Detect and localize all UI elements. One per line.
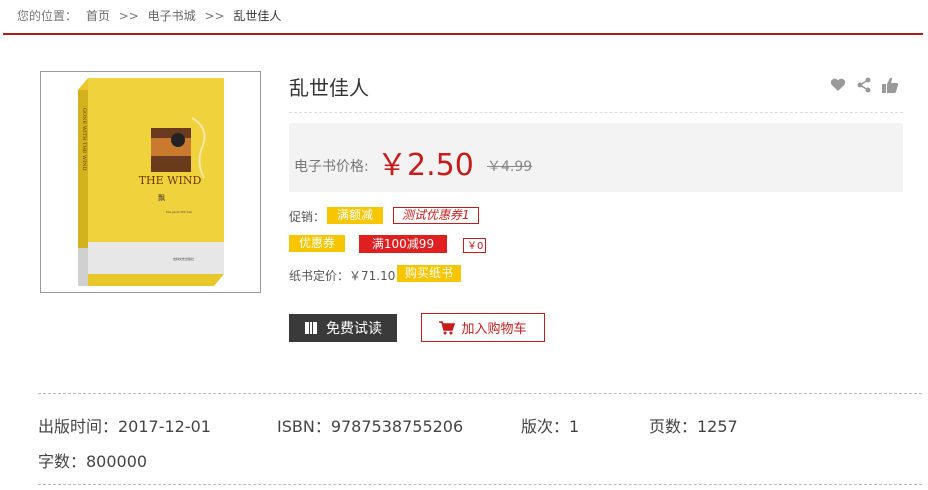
thumbs-up-icon[interactable] [881,76,899,94]
book-icon [305,322,317,334]
svg-text:飘: 飘 [158,194,165,202]
free-trial-label: 免费试读 [326,321,382,337]
promo-label: 促销： [289,210,326,224]
coupon-zero[interactable]: ￥0 [463,238,486,253]
add-to-cart-button[interactable]: 加入购物车 [421,313,545,342]
coupon-label: 优惠券 [289,235,346,252]
breadcrumb-separator: >> [118,9,139,23]
ebook-price: ￥2.50 [377,148,474,183]
svg-text:吉林文史出版社: 吉林文史出版社 [173,256,194,261]
book-title: 乱世佳人 [289,76,369,100]
details-divider-bottom [38,484,922,485]
breadcrumb: 您的位置： 首页 >> 电子书城 >> 乱世佳人 [17,7,286,24]
title-divider [289,112,903,113]
breadcrumb-store-link[interactable]: 电子书城 [148,9,196,23]
coupon-100-minus-99[interactable]: 满100减99 [359,235,447,253]
breadcrumb-separator: >> [204,9,225,23]
publish-date: 出版时间：2017-12-01 [38,417,211,436]
breadcrumb-home-link[interactable]: 首页 [86,9,110,23]
edition: 版次：1 [521,417,580,436]
book-cover[interactable]: GONE WITH THE WIND 飘 Margaret Mitchell G… [40,71,261,293]
promo-tag-test-coupon[interactable]: 测试优惠券1 [393,207,479,224]
isbn: ISBN：9787538755206 [277,417,464,436]
heart-icon[interactable] [829,76,847,94]
page-count: 页数：1257 [649,417,738,436]
free-trial-button[interactable]: 免费试读 [289,314,397,342]
buy-paper-book-button[interactable]: 购买纸书 [397,265,462,282]
book-cover-image: GONE WITH THE WIND 飘 Margaret Mitchell G… [78,78,224,286]
cart-icon [439,320,456,334]
price-box: 电子书价格: ￥2.50 ￥4.99 [289,123,903,192]
add-to-cart-label: 加入购物车 [461,322,527,337]
header-divider [3,33,923,35]
share-icon[interactable] [855,76,873,94]
details-divider-top [38,393,922,394]
svg-text:GONE WITH: GONE WITH [150,165,189,172]
svg-text:THE WIND: THE WIND [139,174,202,187]
svg-text:GONE WITH THE WIND: GONE WITH THE WIND [81,108,87,171]
breadcrumb-current: 乱世佳人 [233,9,282,23]
promo-tag-full-reduction[interactable]: 满额减 [327,207,384,224]
price-label: 电子书价格: [294,159,369,175]
action-icons [829,76,899,94]
paper-price-label: 纸书定价：￥71.10 [289,269,396,283]
breadcrumb-prefix: 您的位置： [17,9,78,23]
svg-text:Margaret Mitchell: Margaret Mitchell [166,210,192,214]
word-count: 字数：800000 [38,452,148,471]
original-price: ￥4.99 [487,159,533,175]
